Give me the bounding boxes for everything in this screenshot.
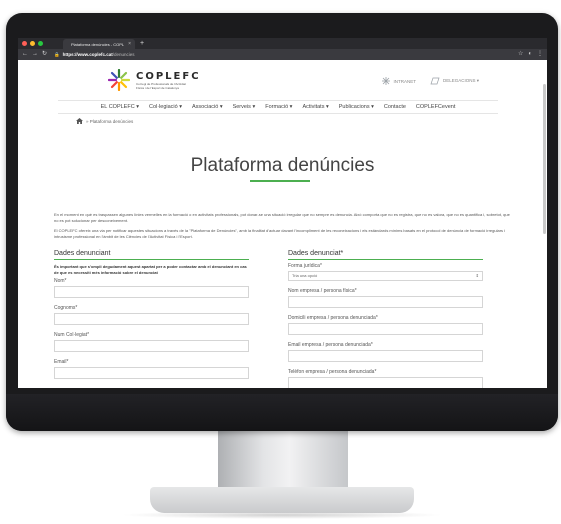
email-input[interactable]: [54, 367, 249, 379]
star-icon[interactable]: ☆: [518, 50, 523, 59]
breadcrumb: » Plataforma denúncies: [76, 118, 133, 124]
new-tab-button[interactable]: +: [140, 39, 144, 48]
lock-icon: 🔒: [54, 52, 60, 57]
reload-icon[interactable]: ↻: [42, 50, 47, 59]
domicili-label: Domicili empresa / persona denunciada*: [288, 315, 378, 321]
nom-empresa-label: Nom empresa / persona física*: [288, 288, 357, 294]
tab-title: Plataforma denúncies - COPL: [71, 42, 125, 47]
menu-item-collegiacio[interactable]: Col·legiació ▾: [149, 104, 182, 110]
forma-juridica-select[interactable]: Tria una opció ⇕: [288, 271, 483, 281]
telefon-input[interactable]: [288, 377, 483, 388]
intranet-icon: [382, 77, 391, 85]
denunciant-heading: Dades denunciant: [54, 250, 249, 260]
menu-item-formacio[interactable]: Formació ▾: [265, 104, 292, 110]
url-path: /denuncies: [112, 52, 135, 57]
browser-tab-bar: Plataforma denúncies - COPL × +: [18, 38, 547, 49]
logo-subtitle-2: Física i de l'Esport de Catalunya: [136, 85, 179, 90]
forma-juridica-value: Tria una opció: [292, 273, 318, 278]
tab-close-icon[interactable]: ×: [128, 41, 131, 47]
menu-item-activitats[interactable]: Activitats ▾: [302, 104, 328, 110]
maximize-window-dot[interactable]: [38, 41, 43, 46]
num-collegiat-label: Num Col·legiat*: [54, 332, 90, 338]
minimize-window-dot[interactable]: [30, 41, 35, 46]
intranet-label: INTRANET: [393, 78, 416, 84]
telefon-label: Telèfon empresa / persona denunciada*: [288, 369, 377, 375]
title-underline: [250, 180, 310, 182]
breadcrumb-current: » Plataforma denúncies: [86, 118, 134, 124]
page-content: COPLEFC Col·legi de Professionals de l'A…: [18, 60, 547, 388]
monitor-stand-neck: [218, 431, 348, 491]
forma-juridica-label: Forma jurídica*: [288, 263, 322, 269]
email-label: Email*: [54, 359, 69, 365]
close-window-dot[interactable]: [22, 41, 27, 46]
browser-nav: ← → ↻: [22, 50, 47, 59]
denunciant-note: És important que s'ompli degudament aque…: [54, 264, 247, 275]
nom-empresa-input[interactable]: [288, 296, 483, 308]
cognoms-label: Cognoms*: [54, 305, 78, 311]
menu-item-contacte[interactable]: Contacte: [384, 104, 406, 110]
domicili-input[interactable]: [288, 323, 483, 335]
menu-kebab-icon[interactable]: ⋮: [537, 50, 543, 59]
intranet-link[interactable]: INTRANET: [382, 77, 416, 85]
window-controls: [22, 41, 43, 46]
denunciant-section: Dades denunciant És important que s'ompl…: [54, 250, 249, 379]
browser-tab[interactable]: Plataforma denúncies - COPL ×: [63, 39, 135, 49]
nom-label: Nom*: [54, 278, 67, 284]
forward-arrow-icon[interactable]: →: [32, 50, 38, 59]
email-empresa-label: Email empresa / persona denunciada*: [288, 342, 373, 348]
logo-starburst-icon: [108, 69, 130, 91]
menu-item-associacio[interactable]: Associació ▾: [192, 104, 223, 110]
page-scrollbar[interactable]: [543, 84, 546, 234]
browser-toolbar-icons: ☆ ◐ ⋮: [518, 50, 543, 59]
monitor-stand-base: [150, 487, 414, 513]
nom-input[interactable]: [54, 286, 249, 298]
page-title: Plataforma denúncies: [190, 155, 375, 176]
logo-text-block: COPLEFC Col·legi de Professionals de l'A…: [136, 71, 201, 90]
cognoms-input[interactable]: [54, 313, 249, 325]
menu-item-el-coplefc[interactable]: EL COPLEFC ▾: [101, 104, 139, 110]
site-logo[interactable]: COPLEFC Col·legi de Professionals de l'A…: [108, 69, 201, 91]
menu-item-serveis[interactable]: Serveis ▾: [233, 104, 256, 110]
back-arrow-icon[interactable]: ←: [22, 50, 28, 59]
site-header: COPLEFC Col·legi de Professionals de l'A…: [18, 60, 547, 100]
monitor-screen: Plataforma denúncies - COPL × + ← → ↻ 🔒 h…: [18, 38, 547, 388]
map-flag-icon: [430, 77, 440, 85]
url-host: https://www.coplefc.cat: [62, 52, 113, 57]
menu-item-coplefcevent[interactable]: COPLEFCevent: [416, 104, 455, 110]
intro-paragraph-1: En el moment en què es traspassen algune…: [54, 212, 510, 223]
browser-address-bar: ← → ↻ 🔒 https://www.coplefc.cat/denuncies…: [18, 49, 547, 60]
url-field[interactable]: 🔒 https://www.coplefc.cat/denuncies: [48, 50, 518, 59]
intro-paragraph-2: El COPLEFC ofereix una via per notificar…: [54, 228, 506, 239]
select-arrows-icon: ⇕: [475, 273, 479, 278]
logo-wordmark: COPLEFC: [136, 70, 201, 82]
denunciat-section: Dades denunciat* Forma jurídica* Tria un…: [288, 250, 483, 388]
extension-icon[interactable]: ◐: [528, 50, 532, 59]
header-links: INTRANET DELEGACIONS ▾: [382, 77, 479, 85]
num-collegiat-input[interactable]: [54, 340, 249, 352]
delegacions-link[interactable]: DELEGACIONS ▾: [430, 77, 479, 85]
menu-item-publicacions[interactable]: Publicacions ▾: [339, 104, 374, 110]
monitor-chin: [6, 394, 558, 431]
denunciat-heading: Dades denunciat*: [288, 250, 483, 260]
email-empresa-input[interactable]: [288, 350, 483, 362]
delegacions-label: DELEGACIONS ▾: [442, 78, 479, 83]
main-menu: EL COPLEFC ▾ Col·legiació ▾ Associació ▾…: [58, 100, 498, 114]
home-icon[interactable]: [76, 118, 83, 124]
